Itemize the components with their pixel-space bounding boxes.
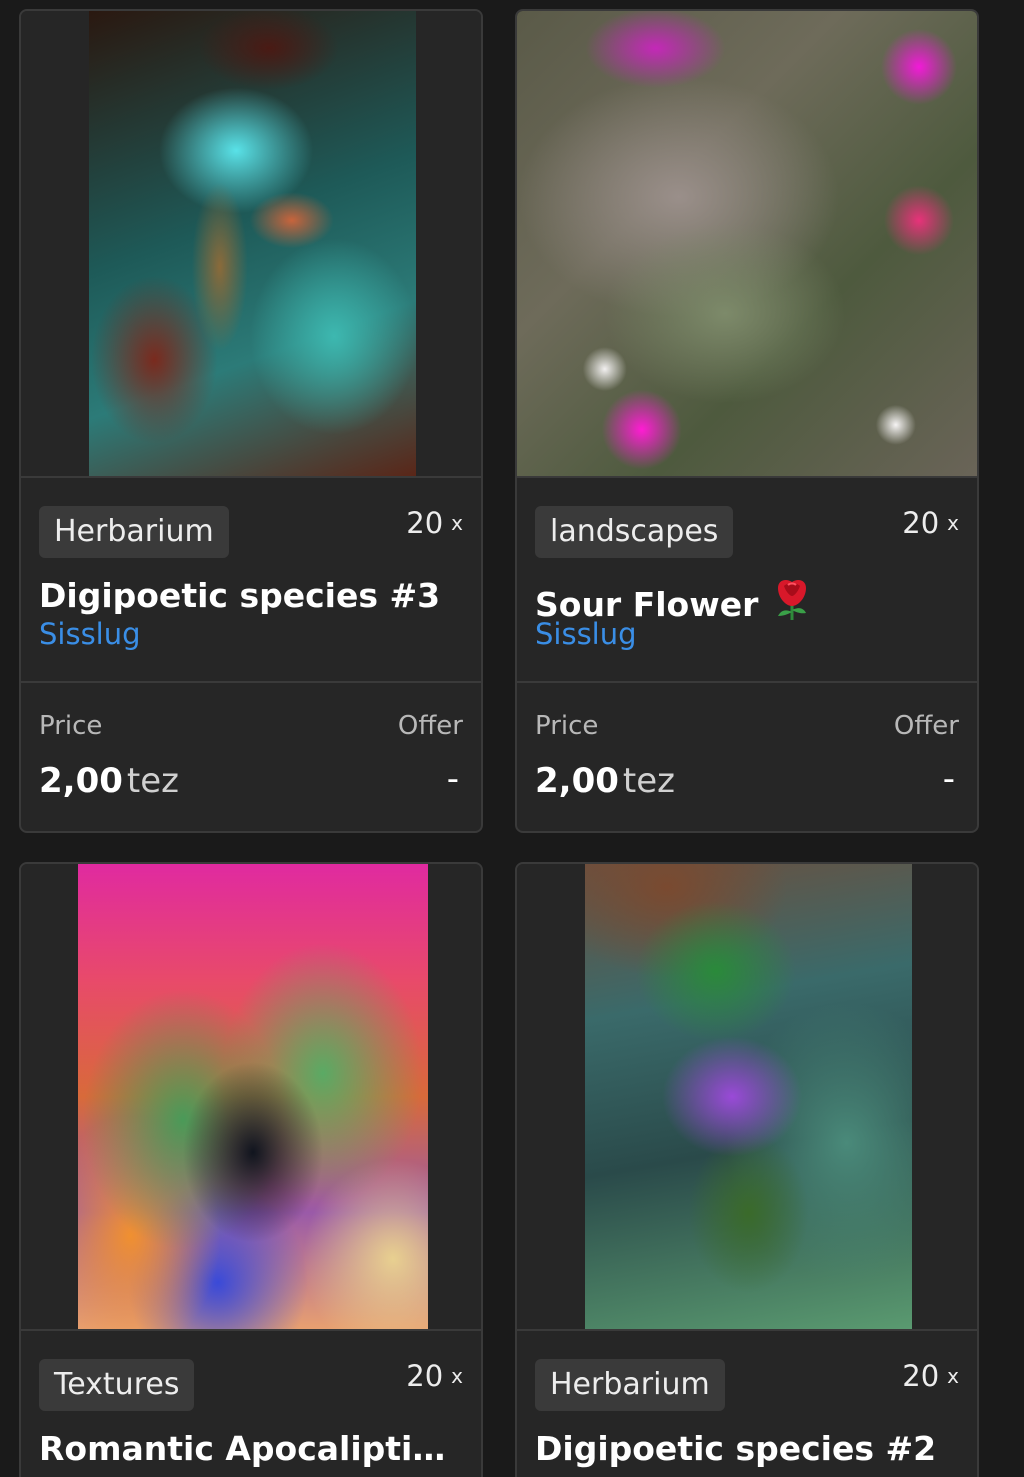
artwork-title[interactable]: Romantic Apocaliptic … [39, 1429, 463, 1468]
nft-card-sour-flower[interactable]: landscapes 20 x Sour Flower Sisslug Price… [515, 9, 979, 833]
card-thumbnail[interactable] [517, 864, 977, 1331]
price-label: Price [39, 711, 103, 741]
price-value: 2,00 tez [535, 761, 675, 801]
edition-suffix: x [451, 511, 463, 535]
offer-label: Offer [397, 711, 463, 741]
edition-number: 20 [406, 1359, 444, 1393]
artwork-image[interactable] [517, 11, 977, 476]
edition-suffix: x [451, 1364, 463, 1388]
artwork-image[interactable] [89, 11, 416, 476]
card-info: landscapes 20 x Sour Flower Sisslug [517, 478, 977, 683]
edition-number: 20 [406, 506, 444, 540]
card-info: Textures 20 x Romantic Apocaliptic … [21, 1331, 481, 1477]
edition-number: 20 [902, 506, 940, 540]
collection-tag[interactable]: Textures [39, 1359, 195, 1411]
offer-value: - [446, 759, 459, 799]
nft-card-romantic-apocaliptic[interactable]: Textures 20 x Romantic Apocaliptic … [19, 862, 483, 1477]
card-info: Herbarium 20 x Digipoetic species #3 Siss… [21, 478, 481, 683]
nft-grid: Herbarium 20 x Digipoetic species #3 Siss… [0, 0, 1024, 1477]
nft-card-digipoetic-species-3[interactable]: Herbarium 20 x Digipoetic species #3 Siss… [19, 9, 483, 833]
edition-count: 20 x [406, 506, 463, 540]
nft-card-digipoetic-species-2[interactable]: Herbarium 20 x Digipoetic species #2 [515, 862, 979, 1477]
artwork-image[interactable] [585, 864, 912, 1329]
rose-icon [772, 576, 812, 630]
artwork-image[interactable] [78, 864, 428, 1329]
card-info: Herbarium 20 x Digipoetic species #2 [517, 1331, 977, 1477]
price-label: Price [535, 711, 599, 741]
collection-tag[interactable]: Herbarium [535, 1359, 725, 1411]
artwork-title[interactable]: Digipoetic species #2 [535, 1429, 959, 1468]
price-value: 2,00 tez [39, 761, 179, 801]
card-thumbnail[interactable] [517, 11, 977, 478]
price-unit: tez [126, 761, 179, 801]
edition-suffix: x [947, 1364, 959, 1388]
price-unit: tez [622, 761, 675, 801]
edition-suffix: x [947, 511, 959, 535]
artist-link[interactable]: Sisslug [535, 617, 637, 651]
edition-count: 20 x [902, 506, 959, 540]
pricing-section: Price Offer 2,00 tez - [21, 683, 481, 831]
edition-number: 20 [902, 1359, 940, 1393]
artist-link[interactable]: Sisslug [39, 617, 141, 651]
pricing-section: Price Offer 2,00 tez - [517, 683, 977, 831]
artwork-title[interactable]: Digipoetic species #3 [39, 576, 463, 615]
price-amount: 2,00 [39, 761, 123, 801]
edition-count: 20 x [902, 1359, 959, 1393]
offer-label: Offer [893, 711, 959, 741]
collection-tag[interactable]: landscapes [535, 506, 734, 558]
price-amount: 2,00 [535, 761, 619, 801]
card-thumbnail[interactable] [21, 11, 481, 478]
card-thumbnail[interactable] [21, 864, 481, 1331]
collection-tag[interactable]: Herbarium [39, 506, 229, 558]
offer-value: - [942, 759, 955, 799]
edition-count: 20 x [406, 1359, 463, 1393]
